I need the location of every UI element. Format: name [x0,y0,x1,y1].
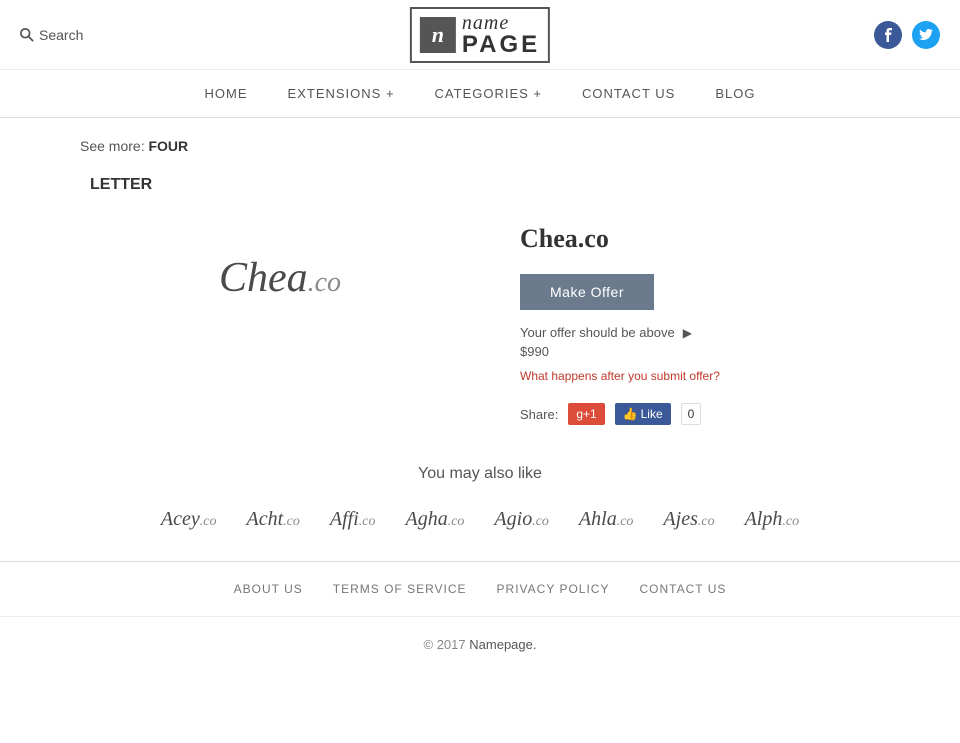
nav-categories[interactable]: CATEGORIES + [435,82,542,105]
search-area[interactable]: Search [20,27,83,43]
share-label: Share: [520,407,558,422]
list-item[interactable]: Ahla.co [579,508,634,531]
header: Search n name PAGE [0,0,960,70]
also-like-title: You may also like [80,465,880,483]
offer-hint: Your offer should be above ▶ [520,325,880,340]
nav-contact[interactable]: CONTACT US [582,82,675,105]
domain-info: Chea.co Make Offer Your offer should be … [520,214,880,425]
list-item[interactable]: Affi.co [330,508,376,531]
breadcrumb-continuation: LETTER [0,176,960,194]
list-item[interactable]: Ajes.co [663,508,714,531]
footer-nav: ABOUT US TERMS OF SERVICE PRIVACY POLICY… [0,562,960,617]
nav-extensions[interactable]: EXTENSIONS + [288,82,395,105]
domain-logo-name: Chea [219,255,308,301]
arrow-icon: ▶ [683,326,692,340]
copyright-year: © 2017 [424,637,466,652]
list-item[interactable]: Agio.co [494,508,549,531]
domain-title: Chea.co [520,224,880,254]
footer-terms[interactable]: TERMS OF SERVICE [333,582,467,596]
search-label: Search [39,27,83,43]
twitter-icon[interactable] [912,21,940,49]
footer-about[interactable]: ABOUT US [234,582,303,596]
logo[interactable]: n name PAGE [410,7,550,63]
fb-like-button[interactable]: 👍 Like [615,403,671,425]
facebook-icon[interactable] [874,21,902,49]
search-icon [20,28,34,42]
gplus-button[interactable]: g+1 [568,403,604,425]
main-content: Chea.co Chea.co Make Offer Your offer sh… [0,194,960,445]
make-offer-button[interactable]: Make Offer [520,274,654,310]
footer-copyright: © 2017 Namepage. [0,617,960,672]
breadcrumb: See more: FOUR [0,118,960,174]
footer-privacy[interactable]: PRIVACY POLICY [497,582,610,596]
list-item[interactable]: Acey.co [161,508,217,531]
nav-home[interactable]: HOME [205,82,248,105]
footer-contact[interactable]: CONTACT US [639,582,726,596]
domain-logo-area: Chea.co [80,214,480,342]
share-row: Share: g+1 👍 Like 0 [520,403,880,425]
brand-link[interactable]: Namepage. [469,637,536,652]
domain-logo-display: Chea.co [219,254,341,302]
logo-icon: n [420,17,456,53]
also-like-grid: Acey.co Acht.co Affi.co Agha.co Agio.co … [80,508,880,531]
social-links [874,21,940,49]
gplus-label: g+1 [576,407,596,421]
main-nav: HOME EXTENSIONS + CATEGORIES + CONTACT U… [0,70,960,118]
nav-blog[interactable]: BLOG [715,82,755,105]
logo-page-text: PAGE [462,33,540,57]
offer-hint-text: Your offer should be above [520,325,675,340]
fb-thumb-icon: 👍 [623,407,638,421]
fb-count: 0 [681,403,702,425]
domain-logo-ext: .co [308,267,341,298]
logo-name-text: name [462,13,540,33]
what-happens-link[interactable]: What happens after you submit offer? [520,369,880,383]
offer-amount: $990 [520,344,880,359]
breadcrumb-link[interactable]: FOUR [148,138,188,154]
fb-like-label: Like [641,407,663,421]
see-more-label: See more: [80,138,145,154]
also-like-section: You may also like Acey.co Acht.co Affi.c… [0,445,960,561]
list-item[interactable]: Agha.co [405,508,464,531]
list-item[interactable]: Acht.co [247,508,300,531]
list-item[interactable]: Alph.co [745,508,800,531]
